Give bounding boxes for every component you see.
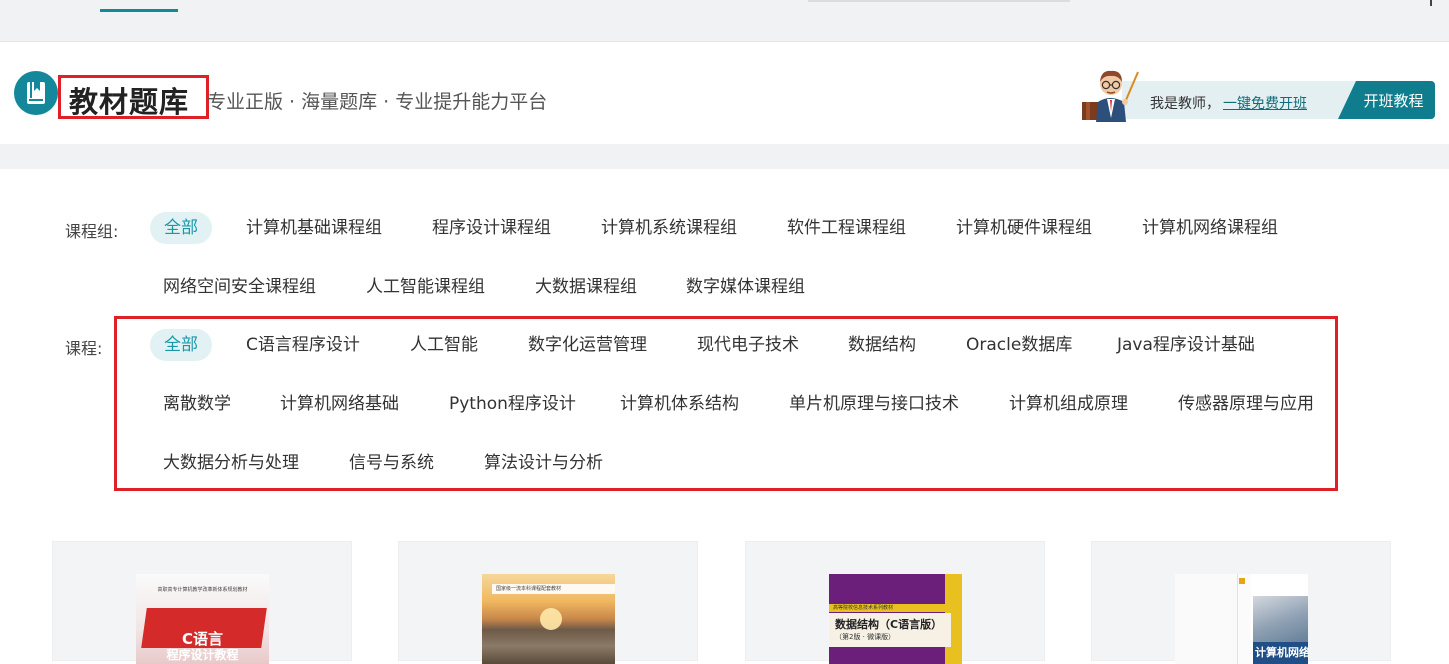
course-computer-architecture[interactable]: 计算机体系结构 bbox=[620, 388, 739, 420]
cover-spine bbox=[1237, 574, 1251, 664]
cover-series: 高等院校信息技术系列教材 bbox=[833, 605, 894, 611]
course-ai[interactable]: 人工智能 bbox=[410, 329, 478, 361]
course-label: 课程: bbox=[65, 339, 103, 358]
course-signals-systems[interactable]: 信号与系统 bbox=[349, 447, 434, 479]
book-cover: 高等院校信息技术系列教材 数据结构（C语言版） （第2版 · 微课版） bbox=[829, 574, 962, 664]
search-box-edge[interactable] bbox=[808, 0, 1070, 2]
course-oracle-database[interactable]: Oracle数据库 bbox=[966, 329, 1072, 361]
course-group-computer-basics[interactable]: 计算机基础课程组 bbox=[246, 212, 382, 244]
course-network-basics[interactable]: 计算机网络基础 bbox=[280, 388, 399, 420]
course-mcu-interface[interactable]: 单片机原理与接口技术 bbox=[789, 388, 959, 420]
book-cover: 国家级一流本科课程配套教材 bbox=[482, 574, 615, 664]
cover-title: 数据结构（C语言版） bbox=[835, 618, 943, 631]
course-group-computer-network[interactable]: 计算机网络课程组 bbox=[1142, 212, 1278, 244]
course-c-programming[interactable]: C语言程序设计 bbox=[246, 329, 360, 361]
course-group-big-data[interactable]: 大数据课程组 bbox=[535, 271, 637, 303]
course-big-data-analysis[interactable]: 大数据分析与处理 bbox=[163, 447, 299, 479]
book-card[interactable]: 国家级一流本科课程配套教材 bbox=[398, 541, 698, 664]
course-python-programming[interactable]: Python程序设计 bbox=[449, 388, 576, 420]
page-header: 教材题库 专业正版 · 海量题库 · 专业提升能力平台 我是教师， 一键免费开班… bbox=[0, 42, 1449, 144]
book-cover: 高职高专计算机教学改革新体系规划教材 C语言 程序设计教程 bbox=[136, 574, 269, 664]
course-group-software-engineering[interactable]: 软件工程课程组 bbox=[787, 212, 906, 244]
course-discrete-math[interactable]: 离散数学 bbox=[163, 388, 231, 420]
section-divider-band bbox=[0, 144, 1449, 169]
cover-title: 计算机网络 bbox=[1255, 646, 1308, 659]
cover-series: 国家级一流本科课程配套教材 bbox=[496, 586, 562, 592]
page-title: 教材题库 bbox=[69, 85, 190, 119]
course-group-label: 课程组: bbox=[65, 222, 119, 241]
book-card[interactable]: 高职高专计算机教学改革新体系规划教材 C语言 程序设计教程 bbox=[52, 541, 352, 664]
teacher-prompt-text: 我是教师， bbox=[1150, 96, 1220, 112]
active-tab-indicator bbox=[100, 9, 178, 12]
course-modern-electronics[interactable]: 现代电子技术 bbox=[697, 329, 799, 361]
open-tutorial-label: 开班教程 bbox=[1363, 91, 1424, 110]
course-all[interactable]: 全部 bbox=[150, 329, 212, 361]
course-sensor-principles[interactable]: 传感器原理与应用 bbox=[1178, 388, 1314, 420]
cover-sun bbox=[540, 608, 562, 630]
book-cover: 计算机网络 bbox=[1175, 574, 1308, 664]
course-computer-organization[interactable]: 计算机组成原理 bbox=[1009, 388, 1128, 420]
nav-divider bbox=[1430, 0, 1432, 6]
cover-series: 高职高专计算机教学改革新体系规划教材 bbox=[157, 587, 248, 593]
cover-building-image bbox=[1253, 596, 1308, 648]
course-group-cyber-security[interactable]: 网络空间安全课程组 bbox=[163, 271, 316, 303]
course-group-computer-hardware[interactable]: 计算机硬件课程组 bbox=[956, 212, 1092, 244]
page-slogan: 专业正版 · 海量题库 · 专业提升能力平台 bbox=[207, 91, 548, 113]
free-class-link[interactable]: 一键免费开班 bbox=[1223, 93, 1307, 113]
course-group-programming[interactable]: 程序设计课程组 bbox=[432, 212, 551, 244]
book-card[interactable]: 计算机网络 bbox=[1091, 541, 1391, 664]
cover-subtitle: 程序设计教程 bbox=[166, 648, 239, 662]
top-nav-bar bbox=[0, 0, 1449, 42]
cover-publisher-mark bbox=[1239, 578, 1245, 584]
teacher-banner: 我是教师， 一键免费开班 开班教程 bbox=[1080, 66, 1440, 122]
course-group-computer-systems[interactable]: 计算机系统课程组 bbox=[601, 212, 737, 244]
book-card[interactable]: 高等院校信息技术系列教材 数据结构（C语言版） （第2版 · 微课版） bbox=[745, 541, 1045, 664]
course-group-digital-media[interactable]: 数字媒体课程组 bbox=[686, 271, 805, 303]
course-algorithm-design[interactable]: 算法设计与分析 bbox=[484, 447, 603, 479]
course-digital-operations[interactable]: 数字化运营管理 bbox=[528, 329, 647, 361]
cover-subtitle: （第2版 · 微课版） bbox=[835, 633, 896, 641]
book-icon bbox=[14, 71, 58, 115]
course-java-basics[interactable]: Java程序设计基础 bbox=[1117, 329, 1255, 361]
teacher-avatar-icon bbox=[1082, 70, 1139, 122]
cover-back bbox=[1175, 574, 1237, 664]
course-group-all[interactable]: 全部 bbox=[150, 212, 212, 244]
course-data-structures[interactable]: 数据结构 bbox=[848, 329, 916, 361]
course-group-ai[interactable]: 人工智能课程组 bbox=[366, 271, 485, 303]
